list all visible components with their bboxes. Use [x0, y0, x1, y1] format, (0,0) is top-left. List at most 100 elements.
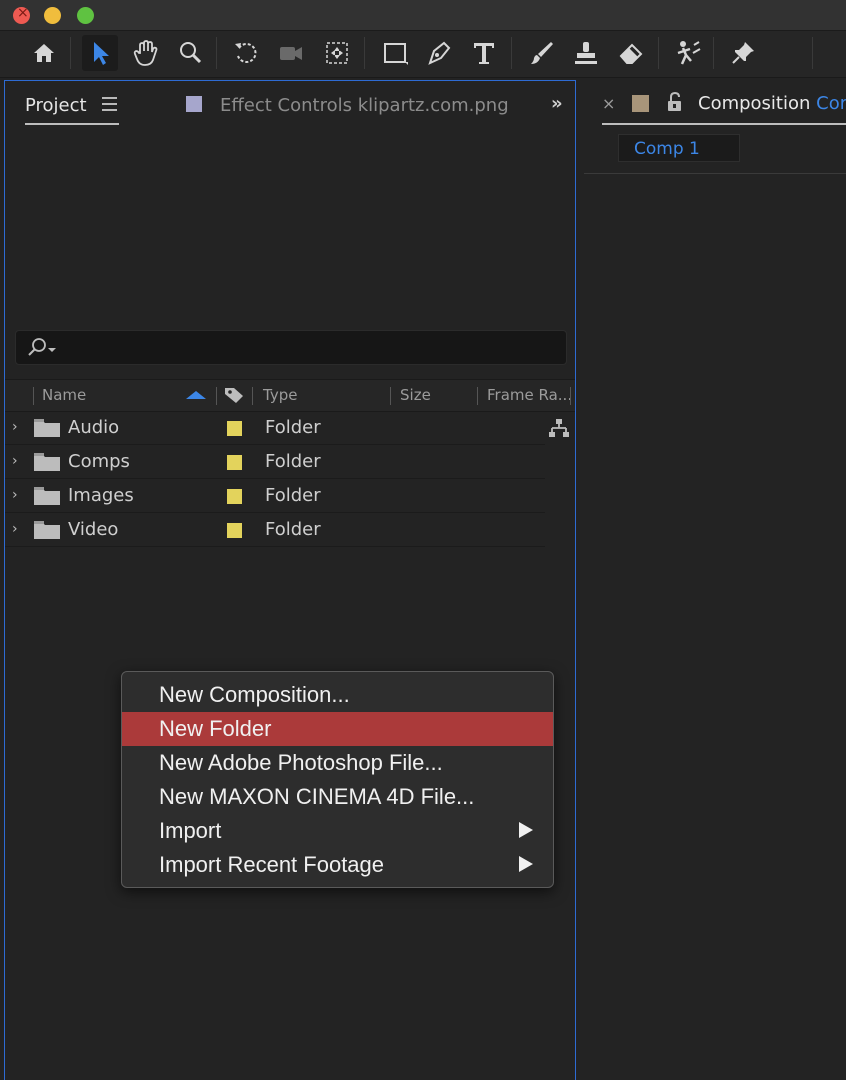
project-column-header: Name Type Size Frame Ra...	[5, 379, 575, 412]
comp-subtab[interactable]: Comp 1	[618, 134, 740, 162]
toolbar-separator	[511, 37, 512, 69]
menu-item-label: New MAXON CINEMA 4D File...	[159, 784, 475, 809]
folder-icon	[34, 487, 60, 505]
effect-controls-swatch	[186, 96, 202, 112]
label-color-swatch[interactable]	[227, 523, 242, 538]
composition-divider	[584, 173, 846, 174]
project-panel: Project Effect Controls klipartz.com.png…	[4, 80, 576, 1080]
row-type: Folder	[265, 451, 321, 472]
close-tab-icon[interactable]: ×	[602, 94, 615, 113]
clone-stamp-tool-icon[interactable]	[568, 35, 604, 71]
comp-subtab-label: Comp 1	[634, 139, 700, 159]
hand-tool-icon[interactable]	[127, 35, 163, 71]
search-icon	[28, 338, 56, 356]
menu-item-label: New Composition...	[159, 682, 350, 707]
brush-tool-icon[interactable]	[523, 35, 559, 71]
home-icon[interactable]	[26, 35, 62, 71]
menu-item-new-cinema4d-file[interactable]: New MAXON CINEMA 4D File...	[122, 780, 553, 814]
row-type: Folder	[265, 519, 321, 540]
context-menu: New Composition... New Folder New Adobe …	[121, 671, 554, 888]
menu-item-import[interactable]: Import	[122, 814, 553, 848]
sort-ascending-icon	[186, 391, 206, 399]
label-color-swatch[interactable]	[227, 421, 242, 436]
expand-chevron-icon[interactable]: ›	[12, 419, 18, 435]
submenu-arrow-icon	[519, 822, 533, 838]
project-search-input[interactable]	[15, 330, 567, 365]
selection-tool-icon[interactable]	[82, 35, 118, 71]
column-divider[interactable]	[216, 387, 217, 405]
menu-item-new-folder[interactable]: New Folder	[122, 712, 553, 746]
close-window-button[interactable]	[13, 5, 30, 24]
project-panel-tabbar: Project Effect Controls klipartz.com.png…	[5, 81, 575, 129]
tab-composition[interactable]: Composition Cor	[698, 93, 846, 114]
toolbar-separator	[713, 37, 714, 69]
menu-item-new-composition[interactable]: New Composition...	[122, 678, 553, 712]
column-divider[interactable]	[570, 387, 571, 405]
row-name: Comps	[68, 451, 130, 472]
folder-icon	[34, 453, 60, 471]
label-tag-icon[interactable]	[223, 385, 245, 405]
toolbar-separator	[658, 37, 659, 69]
tab-project[interactable]: Project	[25, 95, 87, 116]
minimize-window-button[interactable]	[44, 7, 61, 24]
toolbar-separator	[364, 37, 365, 69]
column-divider[interactable]	[477, 387, 478, 405]
eraser-tool-icon[interactable]	[613, 35, 649, 71]
pen-tool-icon[interactable]	[421, 35, 457, 71]
submenu-arrow-icon	[519, 856, 533, 872]
rectangle-tool-icon[interactable]	[377, 35, 413, 71]
column-type[interactable]: Type	[263, 386, 297, 404]
column-divider[interactable]	[252, 387, 253, 405]
window-titlebar	[0, 0, 846, 31]
expand-chevron-icon[interactable]: ›	[12, 453, 18, 469]
folder-icon	[34, 419, 60, 437]
more-tabs-icon[interactable]: »	[551, 93, 563, 114]
active-tab-underline	[602, 123, 846, 125]
row-type: Folder	[265, 485, 321, 506]
composition-title: Composition	[698, 93, 811, 114]
puppet-tool-icon[interactable]	[670, 35, 706, 71]
project-row-comps[interactable]: › Comps Folder	[5, 445, 545, 479]
menu-item-label: New Adobe Photoshop File...	[159, 750, 443, 775]
folder-icon	[34, 521, 60, 539]
label-color-swatch[interactable]	[227, 489, 242, 504]
toolbar-separator	[216, 37, 217, 69]
toolbar-separator	[812, 37, 813, 69]
composition-name-accent: Cor	[816, 93, 846, 114]
unlock-icon[interactable]	[666, 92, 684, 112]
column-divider[interactable]	[33, 387, 34, 405]
menu-item-label: New Folder	[159, 716, 272, 741]
project-row-audio[interactable]: › Audio Folder	[5, 411, 545, 445]
label-color-swatch[interactable]	[227, 455, 242, 470]
tools-toolbar	[0, 31, 846, 78]
column-name[interactable]: Name	[42, 386, 86, 404]
expand-chevron-icon[interactable]: ›	[12, 521, 18, 537]
flowchart-icon[interactable]	[548, 418, 570, 440]
menu-item-label: Import	[159, 818, 222, 843]
column-divider[interactable]	[390, 387, 391, 405]
zoom-tool-icon[interactable]	[172, 35, 208, 71]
row-name: Audio	[68, 417, 120, 438]
column-size[interactable]: Size	[400, 386, 431, 404]
expand-chevron-icon[interactable]: ›	[12, 487, 18, 503]
project-row-images[interactable]: › Images Folder	[5, 479, 545, 513]
row-name: Video	[68, 519, 119, 540]
column-frame-rate[interactable]: Frame Ra...	[487, 386, 572, 404]
menu-item-import-recent-footage[interactable]: Import Recent Footage	[122, 848, 553, 882]
toolbar-separator	[70, 37, 71, 69]
row-name: Images	[68, 485, 134, 506]
type-tool-icon[interactable]	[466, 35, 502, 71]
composition-swatch	[632, 95, 649, 112]
panel-menu-icon[interactable]	[102, 97, 117, 115]
project-row-video[interactable]: › Video Folder	[5, 513, 545, 547]
pin-tool-icon[interactable]	[725, 35, 761, 71]
pan-behind-tool-icon[interactable]	[319, 35, 355, 71]
tab-effect-controls[interactable]: Effect Controls klipartz.com.png	[220, 95, 509, 116]
camera-tool-icon[interactable]	[273, 35, 309, 71]
composition-tabbar: × Composition Cor	[584, 80, 846, 128]
active-tab-underline	[25, 123, 119, 125]
menu-item-label: Import Recent Footage	[159, 852, 385, 877]
maximize-window-button[interactable]	[77, 7, 94, 24]
rotate-tool-icon[interactable]	[228, 35, 264, 71]
menu-item-new-photoshop-file[interactable]: New Adobe Photoshop File...	[122, 746, 553, 780]
